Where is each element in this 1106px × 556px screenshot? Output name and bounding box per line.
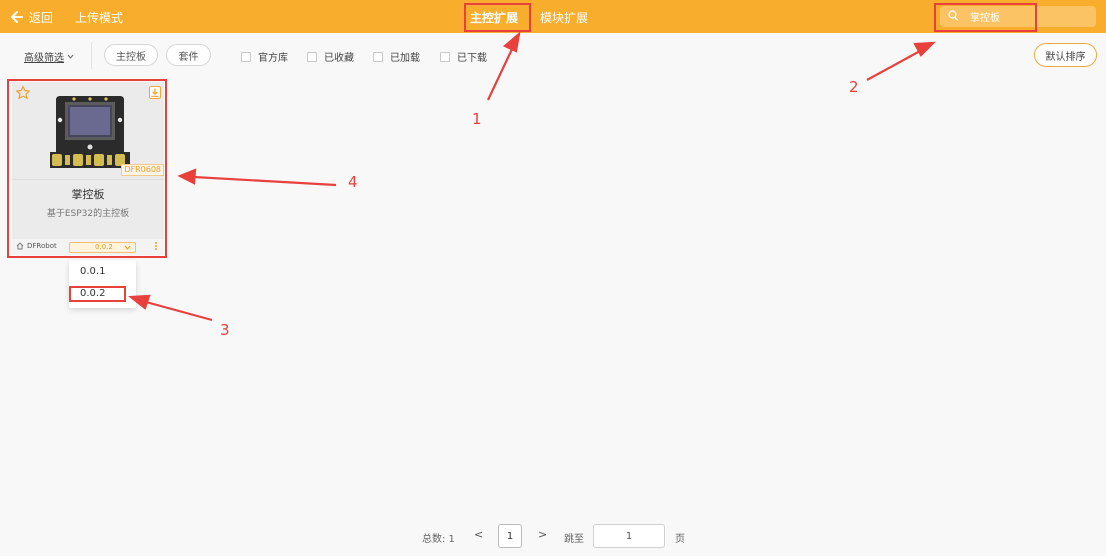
annotation-number: 4 <box>348 173 358 191</box>
prev-page-button[interactable]: < <box>474 528 483 541</box>
arrow-2-shaft <box>866 50 921 81</box>
annotation-number: 3 <box>220 321 230 339</box>
jump-to-label: 跳至 <box>564 534 584 545</box>
arrow-3-head <box>128 294 151 310</box>
total-count: 总数: 1 <box>422 534 455 545</box>
arrow-1-shaft <box>487 46 514 101</box>
annotation-number: 2 <box>849 78 859 96</box>
annotation-number: 1 <box>472 110 482 128</box>
next-page-button[interactable]: > <box>538 528 547 541</box>
arrow-3-shaft <box>145 300 213 322</box>
jump-page-input[interactable] <box>593 524 665 548</box>
page-unit-label: 页 <box>675 534 685 545</box>
arrow-4-shaft <box>193 175 337 187</box>
page-number-button[interactable]: 1 <box>498 524 522 548</box>
annotation-arrows <box>128 31 936 322</box>
arrow-1-head <box>502 31 521 53</box>
arrow-4-head <box>177 168 197 185</box>
